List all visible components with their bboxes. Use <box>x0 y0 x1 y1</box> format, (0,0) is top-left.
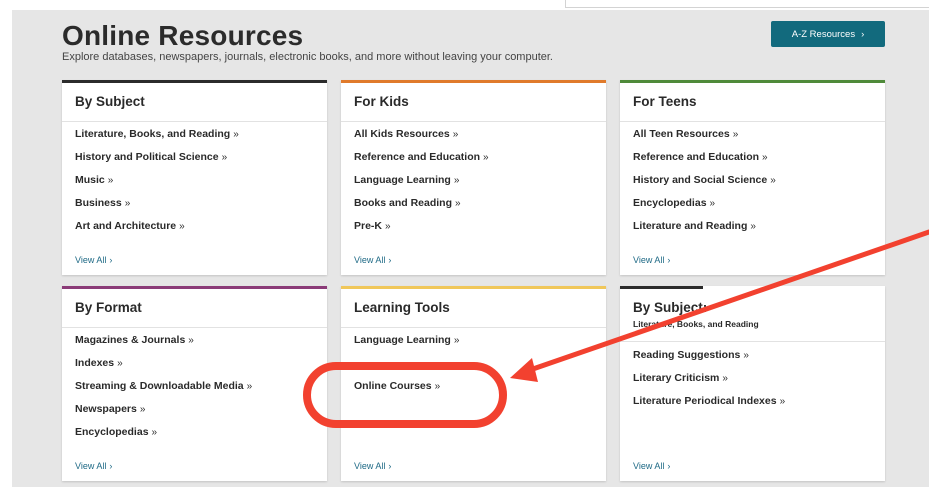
highlight-ellipse <box>303 362 507 428</box>
annotation-overlay <box>303 229 929 428</box>
annotation-arrowhead <box>510 358 538 382</box>
annotation-arrow-line <box>527 229 929 373</box>
